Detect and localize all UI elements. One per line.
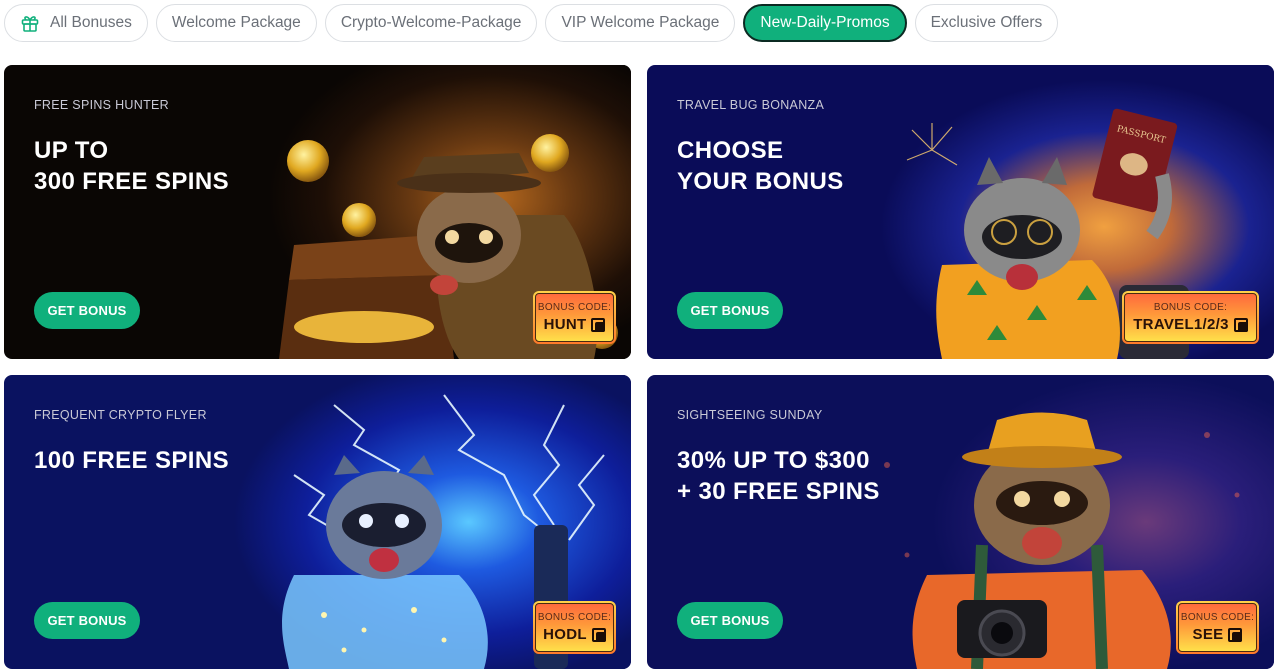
tab-welcome-package[interactable]: Welcome Package [155, 4, 317, 42]
card-title: CHOOSE YOUR BONUS [677, 135, 844, 197]
tab-vip-welcome-package[interactable]: VIP Welcome Package [545, 4, 736, 42]
promo-card-free-spins-hunter: FREE SPINS HUNTER UP TO 300 FREE SPINS G… [4, 65, 631, 359]
copy-icon[interactable] [591, 317, 606, 332]
bonus-filter-tabs: All Bonuses Welcome Package Crypto-Welco… [4, 4, 1059, 42]
card-title-line: 300 FREE SPINS [34, 168, 230, 195]
bonus-code-box[interactable]: BONUS CODE: TRAVEL1/2/3 [1122, 291, 1259, 344]
card-kicker: FREE SPINS HUNTER [34, 98, 169, 112]
bonus-code-label: BONUS CODE: [1180, 612, 1255, 623]
card-title-line: YOUR BONUS [677, 168, 844, 195]
gift-icon [21, 16, 39, 32]
tab-label: VIP Welcome Package [561, 14, 720, 31]
tab-all-bonuses[interactable]: All Bonuses [4, 4, 148, 42]
promo-card-sightseeing-sunday: SIGHTSEEING SUNDAY 30% UP TO $300 + 30 F… [647, 375, 1274, 669]
card-title-line: 30% UP TO $300 [677, 447, 870, 474]
bonus-code-copy[interactable]: BONUS CODE: HODL [535, 603, 614, 652]
copy-icon[interactable] [591, 627, 606, 642]
tab-exclusive-offers[interactable]: Exclusive Offers [914, 4, 1059, 42]
card-title: 30% UP TO $300 + 30 FREE SPINS [677, 445, 880, 507]
bonus-code-value: SEE [1192, 626, 1224, 643]
bonus-code-box[interactable]: BONUS CODE: HUNT [533, 291, 616, 344]
bonus-code-value: TRAVEL1/2/3 [1133, 316, 1229, 333]
card-title-line: CHOOSE [677, 137, 784, 164]
bonus-code-copy[interactable]: BONUS CODE: TRAVEL1/2/3 [1124, 293, 1257, 342]
tab-label: New-Daily-Promos [760, 14, 890, 31]
bonus-code-copy[interactable]: BONUS CODE: SEE [1178, 603, 1257, 652]
card-title: 100 FREE SPINS [34, 445, 229, 476]
get-bonus-button[interactable]: GET BONUS [677, 292, 783, 329]
copy-icon[interactable] [1233, 317, 1248, 332]
get-bonus-button[interactable]: GET BONUS [677, 602, 783, 639]
promo-card-frequent-crypto-flyer: FREQUENT CRYPTO FLYER 100 FREE SPINS GET… [4, 375, 631, 669]
card-kicker: SIGHTSEEING SUNDAY [677, 408, 823, 422]
tab-crypto-welcome-package[interactable]: Crypto-Welcome-Package [324, 4, 538, 42]
tab-label: Crypto-Welcome-Package [340, 14, 522, 31]
card-title-line: + 30 FREE SPINS [677, 478, 880, 505]
tab-label: Exclusive Offers [930, 14, 1043, 31]
promo-card-travel-bug-bonanza: PASSPORT TRAVEL BUG BONANZA CHOOSE YOUR … [647, 65, 1274, 359]
card-kicker: FREQUENT CRYPTO FLYER [34, 408, 207, 422]
card-title-line: 100 FREE SPINS [34, 447, 230, 474]
card-title: UP TO 300 FREE SPINS [34, 135, 229, 197]
tab-new-daily-promos[interactable]: New-Daily-Promos [743, 4, 907, 42]
bonus-code-box[interactable]: BONUS CODE: SEE [1176, 601, 1259, 654]
tab-label: Welcome Package [171, 14, 301, 31]
bonus-code-copy[interactable]: BONUS CODE: HUNT [535, 293, 614, 342]
bonus-code-label: BONUS CODE: [537, 612, 612, 623]
bonus-code-value: HODL [543, 626, 587, 643]
tab-label: All Bonuses [50, 14, 132, 31]
bonus-code-box[interactable]: BONUS CODE: HODL [533, 601, 616, 654]
bonus-code-label: BONUS CODE: [1153, 302, 1228, 313]
copy-icon[interactable] [1228, 627, 1243, 642]
get-bonus-button[interactable]: GET BONUS [34, 292, 140, 329]
get-bonus-button[interactable]: GET BONUS [34, 602, 140, 639]
card-kicker: TRAVEL BUG BONANZA [677, 98, 825, 112]
bonus-code-value: HUNT [543, 316, 587, 333]
bonus-code-label: BONUS CODE: [537, 302, 612, 313]
card-title-line: UP TO [34, 137, 109, 164]
